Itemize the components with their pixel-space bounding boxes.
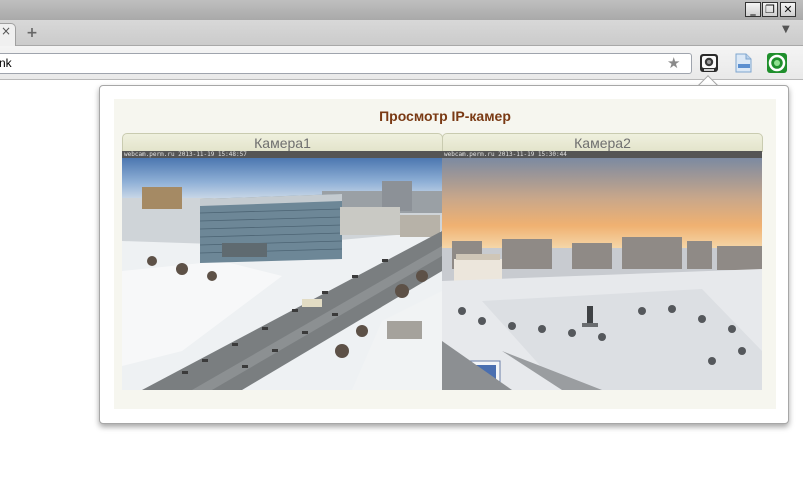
camera1-header[interactable]: Камера1 — [122, 133, 443, 152]
popup-title: Просмотр IP-камер — [379, 108, 511, 124]
tab-menu-chevron-icon[interactable]: ▼ — [782, 24, 790, 35]
window-titlebar: _ ❐ ✕ — [0, 0, 803, 20]
ip-camera-popup: Просмотр IP-камер Камера1 webcam.perm.ru… — [99, 85, 789, 424]
tab-close-icon[interactable]: × — [1, 24, 11, 38]
close-window-button[interactable]: ✕ — [780, 2, 796, 17]
camera2-feed[interactable]: webcam.perm.ru 2013-11-19 15:30:44 — [442, 151, 762, 390]
camera1-timestamp: webcam.perm.ru 2013-11-19 15:48:57 — [122, 151, 442, 158]
camera1-feed[interactable]: webcam.perm.ru 2013-11-19 15:48:57 — [122, 151, 442, 390]
webcam-extension-icon[interactable] — [698, 52, 720, 74]
restore-button[interactable]: ❐ — [762, 2, 778, 17]
new-tab-button[interactable]: + — [24, 26, 40, 40]
star-icon[interactable]: ★ — [667, 56, 680, 71]
document-extension-icon[interactable] — [732, 52, 754, 74]
camera2-timestamp: webcam.perm.ru 2013-11-19 15:30:44 — [442, 151, 762, 158]
camera1-image — [122, 151, 442, 390]
address-text[interactable]: nk — [0, 56, 12, 70]
browser-toolbar: nk ★ — [0, 46, 803, 80]
camera-panel: Просмотр IP-камер Камера1 webcam.perm.ru… — [114, 99, 776, 409]
camera2-header[interactable]: Камера2 — [442, 133, 763, 152]
green-circle-extension-icon[interactable] — [766, 52, 788, 74]
minimize-button[interactable]: _ — [745, 2, 761, 17]
camera2-image — [442, 151, 762, 390]
tab-strip — [0, 20, 803, 46]
address-bar[interactable]: nk ★ — [0, 53, 692, 74]
